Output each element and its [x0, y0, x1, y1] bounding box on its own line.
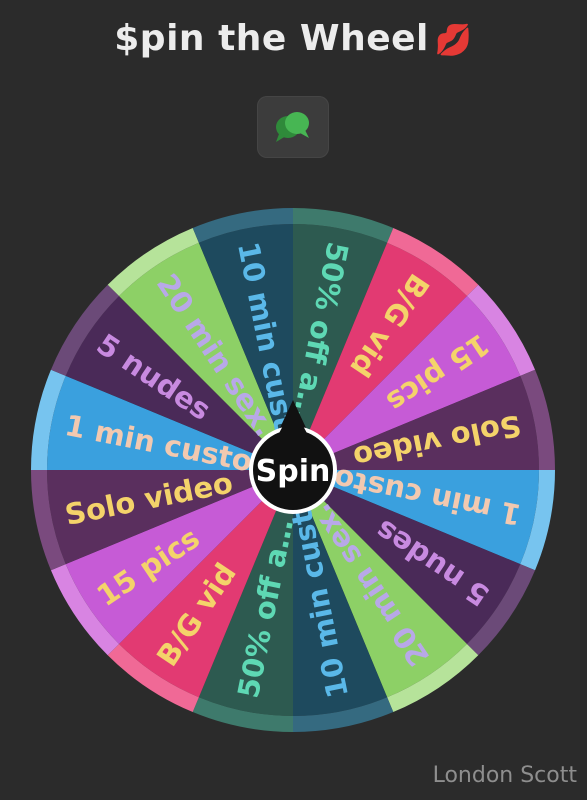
- spin-label: Spin: [256, 454, 331, 489]
- prize-wheel[interactable]: 50% off a…B/G vid15 picsSolo video1 min …: [0, 0, 587, 800]
- author-credit: London Scott: [432, 763, 577, 788]
